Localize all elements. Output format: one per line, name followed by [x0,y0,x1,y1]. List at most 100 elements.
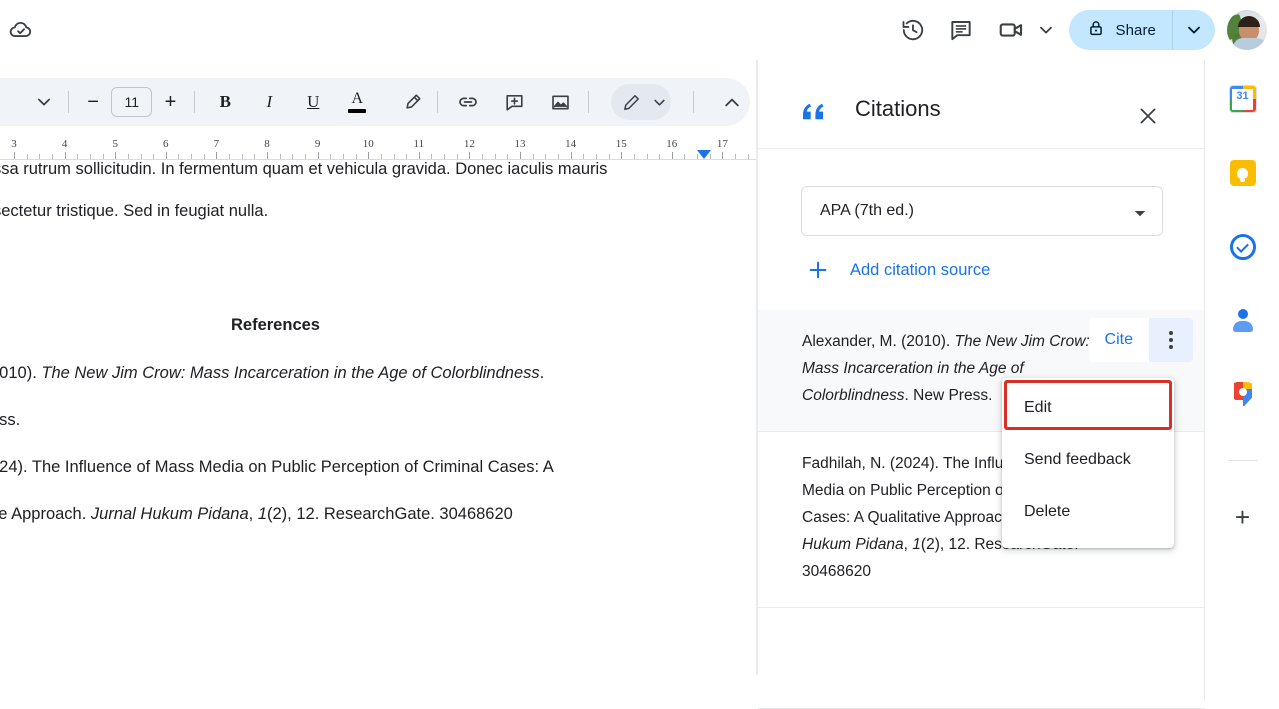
text-color-swatch [348,109,366,113]
ruler-number: 11 [414,138,425,150]
ref2-journal: Jurnal Hukum Pidana [91,505,249,523]
pencil-icon[interactable] [613,84,649,120]
ruler-major-tick [216,152,217,159]
chevron-up-icon[interactable] [714,84,750,120]
document-paragraph: ssa rutrum sollicitudin. In fermentum qu… [0,160,607,179]
google-tasks-icon[interactable] [1230,234,1256,260]
decrease-font-size-button[interactable]: − [75,84,111,120]
ruler[interactable]: 34567891011121314151617 [0,138,757,160]
close-icon[interactable] [1128,96,1168,136]
ref1-prefix: 2010). [0,364,41,382]
cloud-check-icon[interactable] [4,12,38,46]
insert-image-icon[interactable] [542,84,578,120]
toolbar-divider [588,91,589,113]
format-toolbar: − 11 + B I U A [0,78,750,126]
more-options-icon[interactable] [1149,318,1193,362]
add-comment-icon[interactable] [496,84,532,120]
ruler-major-tick [469,152,470,159]
calendar-day-number: 31 [1230,90,1256,102]
ruler-number: 15 [616,138,627,150]
citation-comma: , [904,536,913,553]
ruler-number: 5 [112,138,118,150]
ruler-major-tick [115,152,116,159]
list-item[interactable] [758,608,1205,709]
ruler-number: 9 [315,138,321,150]
side-rail: 31 + [1204,60,1279,701]
citation-style-value: APA (7th ed.) [820,202,914,220]
ruler-number: 8 [264,138,270,150]
share-label: Share [1115,22,1156,39]
ruler-major-tick [65,152,66,159]
ruler-number: 7 [214,138,220,150]
ref1-title: The New Jim Crow: Mass Incarceration in … [41,364,539,382]
google-keep-icon[interactable] [1230,160,1256,186]
menu-item-send-feedback[interactable]: Send feedback [1002,434,1174,486]
add-citation-source-button[interactable]: Add citation source [808,250,990,290]
reference-entry-1-line-1: 2010). The New Jim Crow: Mass Incarcerat… [0,364,544,383]
increase-font-size-button[interactable]: + [152,84,188,120]
page-title: Citations [855,96,941,122]
ref2-suffix: (2), 12. ResearchGate. 30468620 [267,505,513,523]
citations-panel: Citations APA (7th ed.) Add citation sou… [757,60,1205,675]
bold-button[interactable]: B [207,84,243,120]
ruler-major-tick [267,152,268,159]
ruler-number: 10 [363,138,374,150]
citation-context-menu: Edit Send feedback Delete [1002,378,1174,548]
menu-item-delete[interactable]: Delete [1002,486,1174,538]
chevron-down-icon[interactable] [1134,205,1146,223]
share-button[interactable]: Share [1069,10,1215,50]
ruler-number: 16 [666,138,677,150]
chevron-down-icon[interactable] [1035,6,1057,54]
ruler-major-tick [166,152,167,159]
reference-entry-1-line-2: ess. [0,411,20,430]
text-color-button[interactable]: A [339,84,375,120]
ruler-ticks: 34567891011121314151617 [0,138,757,160]
document-paragraph: sectetur tristique. Sed in feugiat nulla… [0,202,268,221]
citation-style-select[interactable]: APA (7th ed.) [801,186,1163,236]
underline-button[interactable]: U [295,84,331,120]
ruler-number: 14 [565,138,576,150]
plus-icon [808,260,828,280]
comment-icon[interactable] [937,6,985,54]
ruler-number: 6 [163,138,169,150]
italic-button[interactable]: I [251,84,287,120]
ruler-major-tick [368,152,369,159]
version-history-icon[interactable] [889,6,937,54]
ruler-major-tick [672,152,673,159]
share-main[interactable]: Share [1069,10,1172,50]
video-camera-icon[interactable] [987,6,1035,54]
toolbar-divider [693,91,694,113]
highlight-pen-icon[interactable] [395,84,431,120]
menu-item-edit[interactable]: Edit [1002,382,1174,434]
ruler-number: 3 [11,138,17,150]
font-size-input[interactable]: 11 [111,87,152,117]
references-heading: References [231,316,320,335]
insert-link-icon[interactable] [450,84,486,120]
chevron-down-icon[interactable] [1173,10,1215,50]
editing-mode-group[interactable] [611,84,671,120]
docs-editor-window: Share − 11 + B I [0,0,1279,675]
reference-entry-2-line-2: ve Approach. Jurnal Hukum Pidana, 1(2), … [0,505,513,524]
ruler-major-tick [520,152,521,159]
ruler-number: 12 [464,138,475,150]
lock-icon [1087,19,1105,42]
document-canvas[interactable]: ssa rutrum sollicitudin. In fermentum qu… [0,160,757,675]
right-indent-triangle[interactable] [697,150,711,159]
cite-button[interactable]: Cite [1089,318,1149,362]
rail-divider [1228,460,1258,461]
avatar[interactable] [1227,10,1267,50]
add-addon-button[interactable]: + [1223,497,1263,537]
google-calendar-icon[interactable]: 31 [1230,86,1256,112]
google-maps-icon[interactable] [1230,382,1256,408]
meet-button-group[interactable] [985,6,1059,54]
ruler-major-tick [621,152,622,159]
ruler-number: 4 [62,138,68,150]
top-bar-actions: Share [889,0,1279,60]
google-contacts-icon[interactable] [1230,308,1256,334]
citation-volume: 1 [912,536,921,553]
toolbar-divider [437,91,438,113]
ruler-number: 17 [717,138,728,150]
ref2-prefix: ve Approach. [0,505,91,523]
chevron-down-icon[interactable] [649,84,669,120]
chevron-down-icon[interactable] [26,84,62,120]
